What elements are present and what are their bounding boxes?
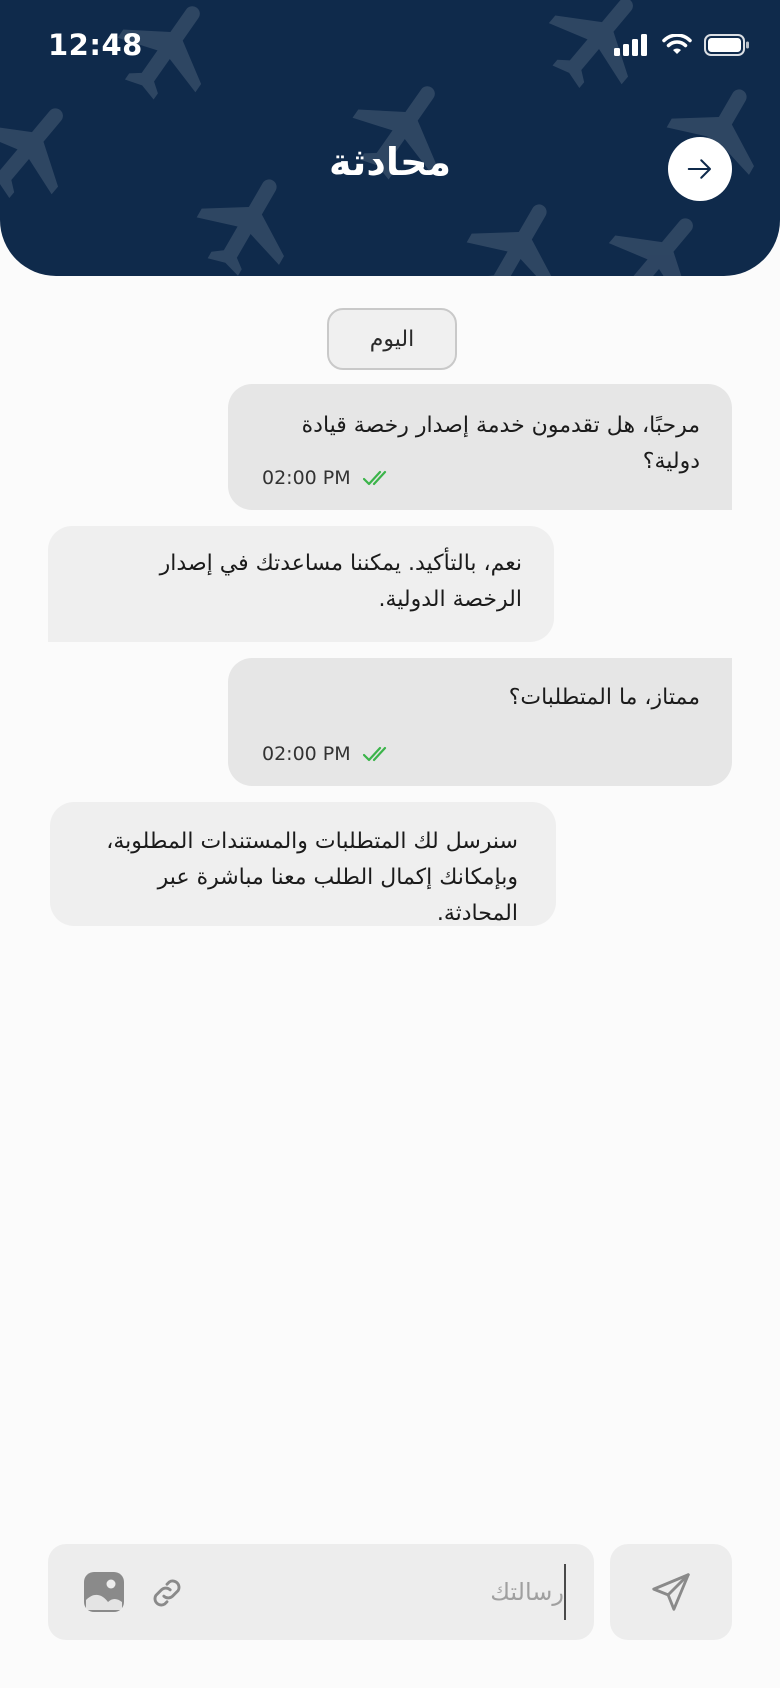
status-time: 12:48 — [48, 28, 143, 62]
chat-screen: 12:48 محادثة اليوم مرحبًا، هل تقدمون خدم… — [0, 0, 780, 1688]
message-input[interactable] — [324, 1560, 564, 1624]
cellular-signal-icon — [614, 34, 647, 56]
message-text: ممتاز، ما المتطلبات؟ — [508, 685, 700, 710]
wifi-icon — [662, 34, 692, 54]
image-icon[interactable] — [82, 1570, 126, 1614]
message-bubble-incoming: نعم، بالتأكيد. يمكننا مساعدتك في إصدار ا… — [48, 526, 554, 642]
back-button[interactable] — [668, 137, 732, 201]
date-separator-chip: اليوم — [327, 308, 457, 370]
message-text: سنرسل لك المتطلبات والمستندات المطلوبة، … — [106, 829, 518, 926]
message-meta: 02:00 PM — [262, 736, 393, 772]
page-title: محادثة — [329, 140, 451, 184]
message-bubble-outgoing: مرحبًا، هل تقدمون خدمة إصدار رخصة قيادة … — [228, 384, 732, 510]
text-cursor — [564, 1564, 566, 1620]
airplane-pattern-icon — [466, 204, 554, 276]
message-meta: 02:00 PM — [262, 460, 393, 496]
arrow-right-icon — [687, 159, 711, 179]
message-bubble-incoming: سنرسل لك المتطلبات والمستندات المطلوبة، … — [50, 802, 556, 926]
message-text: نعم، بالتأكيد. يمكننا مساعدتك في إصدار ا… — [159, 551, 522, 612]
message-composer — [48, 1544, 594, 1640]
chat-header: 12:48 محادثة — [0, 0, 780, 276]
message-time: 02:00 PM — [262, 743, 351, 765]
message-bubble-outgoing: ممتاز، ما المتطلبات؟ 02:00 PM — [228, 658, 732, 786]
double-check-icon — [362, 746, 386, 762]
battery-icon — [704, 34, 749, 56]
status-bar: 12:48 — [0, 0, 780, 92]
double-check-icon — [362, 470, 386, 486]
status-icons — [614, 34, 750, 56]
send-button[interactable] — [610, 1544, 732, 1640]
message-time: 02:00 PM — [262, 467, 351, 489]
link-icon[interactable] — [148, 1574, 186, 1612]
send-icon — [652, 1573, 690, 1611]
